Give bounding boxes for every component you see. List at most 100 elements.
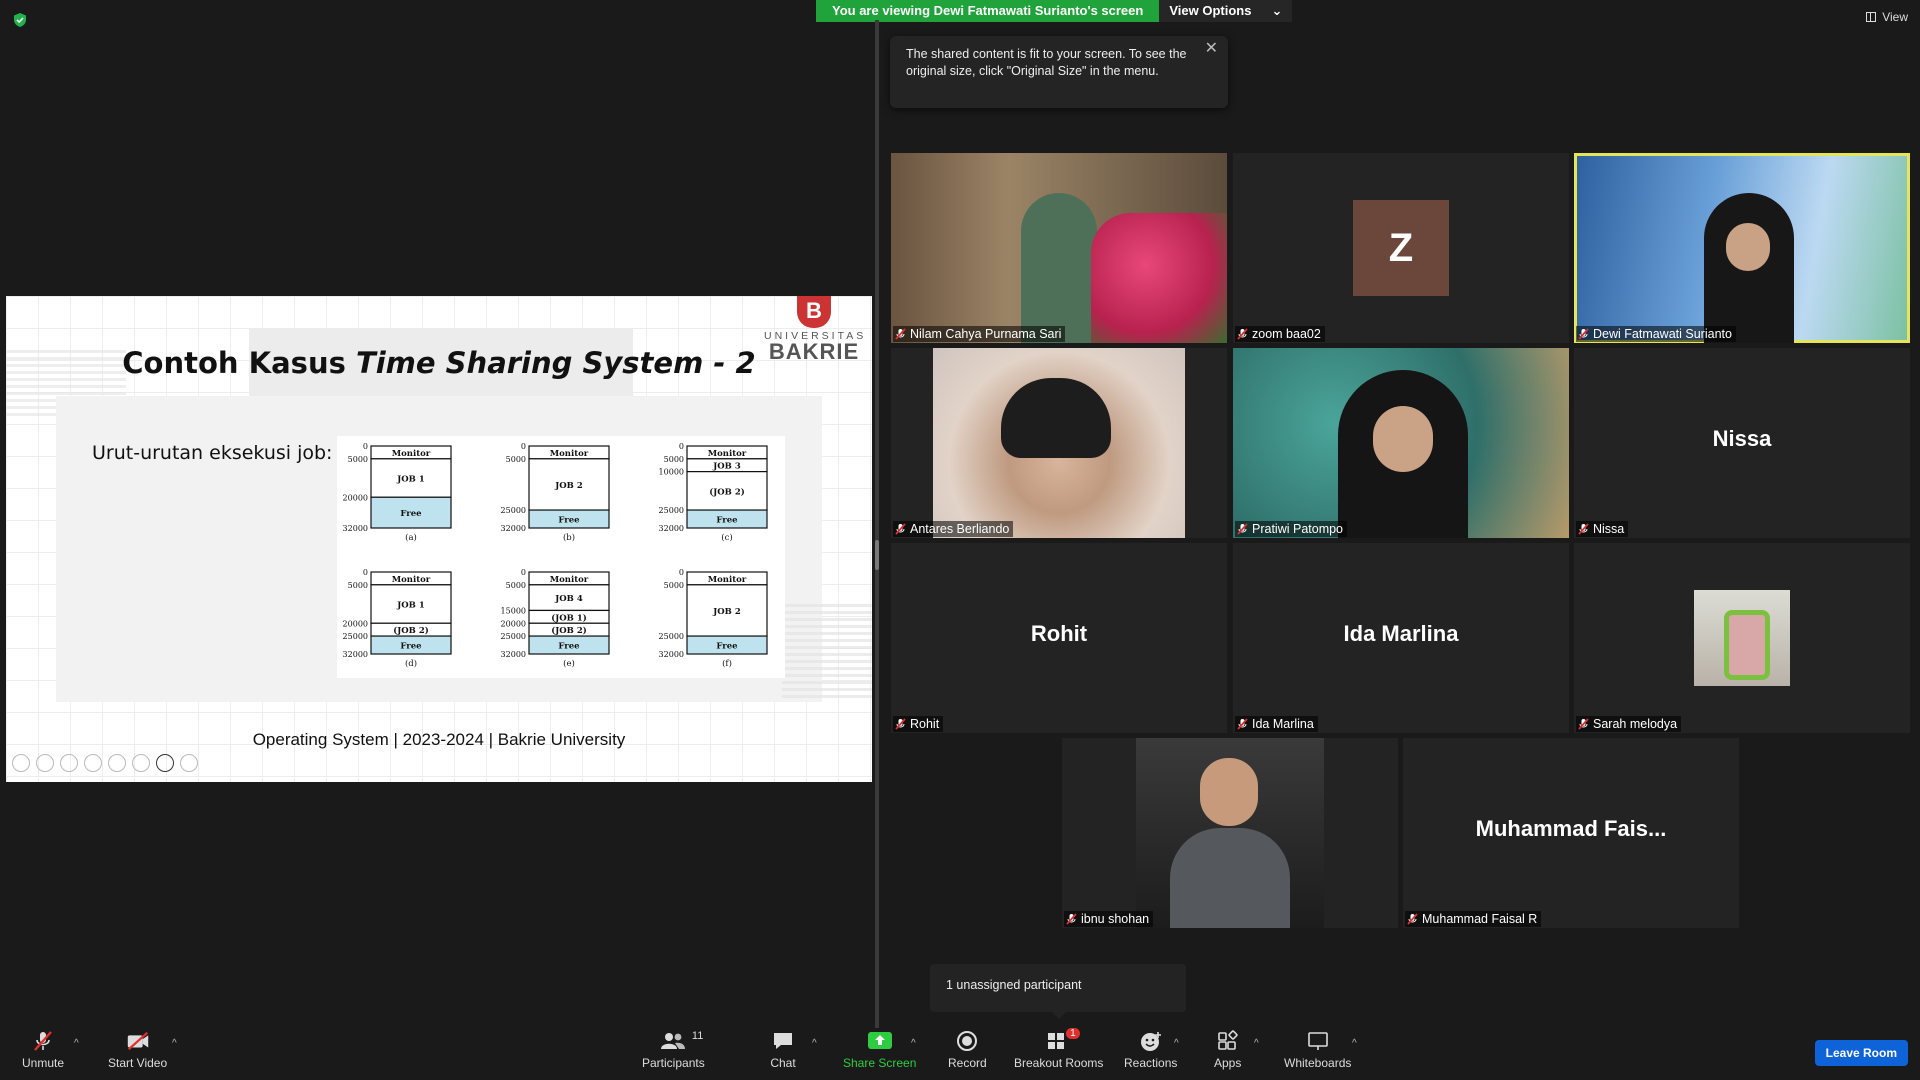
memory-block-label: Monitor	[392, 449, 431, 459]
apps-button[interactable]: Apps	[1214, 1030, 1241, 1070]
audio-options-caret[interactable]: ^	[74, 1038, 79, 1049]
memory-address-label: 5000	[348, 455, 368, 464]
participant-name-label: Antares Berliando	[893, 521, 1014, 537]
reactions-options-caret[interactable]: ^	[1174, 1038, 1179, 1049]
unmute-button[interactable]: Unmute	[22, 1030, 64, 1070]
view-layout-button[interactable]: View	[1866, 10, 1908, 24]
diagram-caption: (b)	[563, 532, 575, 543]
memory-block-label: JOB 1	[396, 601, 425, 611]
participant-name: zoom baa02	[1252, 327, 1321, 341]
breakout-rooms-button[interactable]: 1 Breakout Rooms	[1014, 1028, 1103, 1070]
memory-address-label: 20000	[343, 493, 368, 502]
diagram-caption: (c)	[721, 532, 732, 543]
video-options-caret[interactable]: ^	[172, 1038, 177, 1049]
university-logo: B UNIVERSITAS BAKRIE	[764, 296, 867, 364]
reactions-button[interactable]: Reactions	[1124, 1030, 1177, 1070]
copy-icon	[84, 754, 102, 772]
muted-mic-icon	[1237, 523, 1248, 535]
participant-name: Pratiwi Patompo	[1252, 522, 1344, 536]
participant-tile[interactable]: Ida Marlina Ida Marlina	[1233, 543, 1569, 733]
participant-tile[interactable]: Pratiwi Patompo	[1233, 348, 1569, 538]
participant-name: Nissa	[1593, 522, 1625, 536]
tooltip-text: The shared content is fit to your screen…	[906, 47, 1187, 78]
share-screen-button[interactable]: Share Screen	[843, 1030, 916, 1070]
participant-tile[interactable]: Dewi Fatmawati Surianto	[1574, 153, 1910, 343]
memory-address-label: 32000	[501, 650, 526, 659]
muted-mic-icon	[1237, 718, 1248, 730]
participant-tile[interactable]: ibnu shohan	[1062, 738, 1398, 928]
apps-options-caret[interactable]: ^	[1254, 1038, 1259, 1049]
memory-address-label: 25000	[659, 632, 684, 641]
memory-block-label: (JOB 2)	[551, 625, 587, 636]
memory-address-label: 0	[521, 442, 526, 451]
view-options-button[interactable]: View Options ⌄	[1159, 0, 1293, 22]
breakout-badge: 1	[1066, 1028, 1080, 1039]
fit-screen-tooltip: The shared content is fit to your screen…	[890, 36, 1228, 108]
participants-button[interactable]: 11 Participants	[642, 1030, 705, 1070]
unassigned-participant-popup[interactable]: 1 unassigned participant	[930, 964, 1186, 1019]
slide-next-icon	[36, 754, 54, 772]
share-options-caret[interactable]: ^	[911, 1038, 916, 1049]
diagram-caption: (d)	[405, 658, 417, 669]
participant-tile[interactable]: Nilam Cahya Purnama Sari	[891, 153, 1227, 343]
memory-address-label: 25000	[343, 632, 368, 641]
chat-options-caret[interactable]: ^	[812, 1038, 817, 1049]
security-shield-icon[interactable]	[12, 12, 28, 28]
pen-icon	[60, 754, 78, 772]
diagram-caption: (f)	[722, 658, 732, 669]
participant-name: Dewi Fatmawati Surianto	[1593, 327, 1732, 341]
slide-title: Contoh Kasus Time Sharing System - 2	[122, 346, 756, 380]
muted-mic-icon	[895, 718, 906, 730]
slide-footer: Operating System | 2023-2024 | Bakrie Un…	[252, 730, 626, 749]
memory-block-label: JOB 2	[712, 607, 741, 617]
participant-tile[interactable]: Rohit Rohit	[891, 543, 1227, 733]
record-button[interactable]: Record	[948, 1030, 987, 1070]
memory-block-label: Free	[400, 642, 422, 652]
participant-name-label: Nilam Cahya Purnama Sari	[893, 326, 1066, 342]
reactions-icon	[1138, 1030, 1164, 1052]
memory-address-label: 10000	[659, 468, 684, 477]
divider-handle[interactable]	[875, 540, 879, 570]
participant-tile[interactable]: Zzoom baa02	[1233, 153, 1569, 343]
slide-controls[interactable]	[12, 754, 198, 772]
memory-address-label: 20000	[343, 619, 368, 628]
memory-address-label: 32000	[659, 650, 684, 659]
participant-name-label: ibnu shohan	[1064, 911, 1154, 927]
memory-address-label: 32000	[343, 524, 368, 533]
participant-name-label: Nissa	[1576, 521, 1629, 537]
share-screen-icon	[867, 1030, 893, 1052]
participant-display-name: Rohit	[1030, 621, 1088, 646]
participant-tile[interactable]: Sarah melodya	[1574, 543, 1910, 733]
leave-room-button[interactable]: Leave Room	[1814, 1040, 1908, 1066]
participant-name: Rohit	[910, 717, 940, 731]
memory-block-label: JOB 1	[396, 475, 425, 485]
close-icon[interactable]: ✕	[1205, 40, 1218, 57]
memory-block-label: JOB 2	[554, 481, 583, 491]
participant-tile[interactable]: Nissa Nissa	[1574, 348, 1910, 538]
memory-address-label: 32000	[343, 650, 368, 659]
muted-mic-icon	[1578, 718, 1589, 730]
participant-name: Antares Berliando	[910, 522, 1010, 536]
chat-icon	[770, 1030, 796, 1052]
memory-block-label: (JOB 1)	[551, 612, 587, 623]
participant-name-label: zoom baa02	[1235, 326, 1325, 342]
whiteboards-options-caret[interactable]: ^	[1352, 1038, 1357, 1049]
participant-video	[1021, 193, 1097, 343]
zoom-icon	[108, 754, 126, 772]
memory-address-label: 5000	[664, 581, 684, 590]
participant-tile[interactable]: Antares Berliando	[891, 348, 1227, 538]
memory-block-label: Monitor	[550, 575, 589, 585]
chat-button[interactable]: Chat	[770, 1030, 796, 1070]
participant-name-label: Pratiwi Patompo	[1235, 521, 1348, 537]
memory-address-label: 0	[679, 442, 684, 451]
memory-block-label: (JOB 2)	[709, 486, 745, 497]
start-video-button[interactable]: Start Video	[108, 1030, 167, 1070]
diagram-caption: (e)	[563, 658, 575, 669]
university-crest: B	[797, 296, 831, 328]
whiteboards-button[interactable]: Whiteboards	[1284, 1030, 1351, 1070]
participant-tile[interactable]: Muhammad Fais... Muhammad Faisal R	[1403, 738, 1739, 928]
chevron-down-icon: ⌄	[1271, 3, 1283, 18]
split-divider[interactable]	[875, 20, 879, 1028]
participant-display-name: Muhammad Fais...	[1475, 816, 1667, 841]
muted-mic-icon	[895, 328, 906, 340]
